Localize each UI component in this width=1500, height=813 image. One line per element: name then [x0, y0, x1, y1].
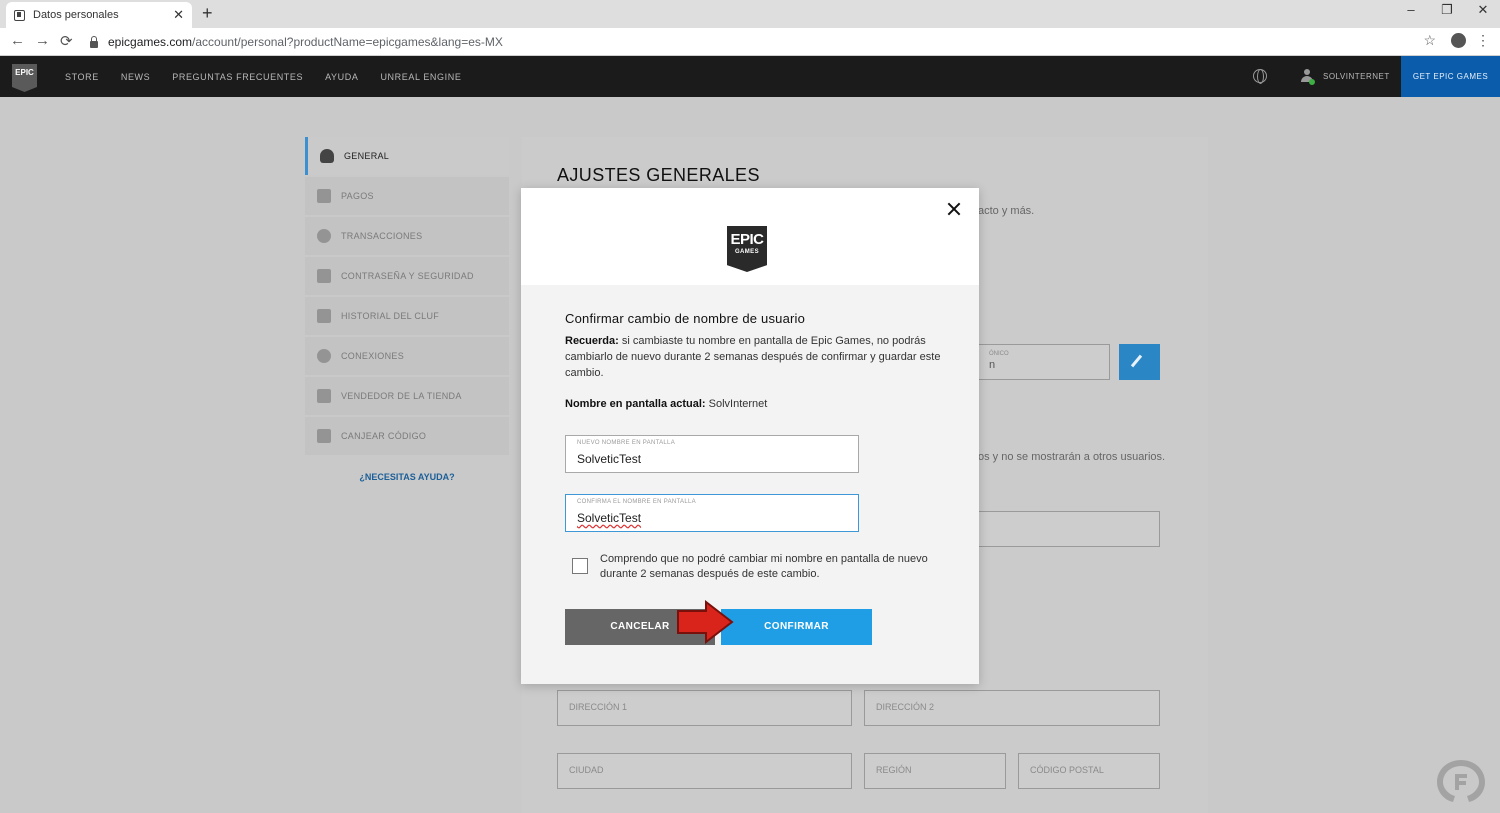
nav-link-unreal[interactable]: UNREAL ENGINE	[380, 72, 461, 82]
display-name-field-label: ÓNICO	[989, 351, 1009, 357]
page-favicon-icon	[14, 9, 25, 21]
display-name-field[interactable]: ÓNICO n	[978, 344, 1110, 380]
confirm-display-name-input[interactable]: CONFIRMA EL NOMBRE EN PANTALLA SolveticT…	[565, 494, 859, 532]
sidebar-item-label: HISTORIAL DEL CLUF	[341, 311, 440, 321]
browser-tab[interactable]: Datos personales ✕	[6, 2, 192, 28]
clipboard-icon	[317, 309, 331, 323]
nav-link-news[interactable]: NEWS	[121, 72, 150, 82]
privacy-description-fragment: os y no se mostrarán a otros usuarios.	[978, 451, 1166, 463]
share-icon	[317, 349, 331, 363]
store-icon	[317, 389, 331, 403]
confirm-display-name-value: SolveticTest	[577, 511, 642, 525]
sidebar-item-pagos[interactable]: PAGOS	[305, 177, 509, 215]
current-name-label: Nombre en pantalla actual:	[565, 398, 706, 410]
window-close-button[interactable]: ✕	[1468, 2, 1498, 18]
back-button[interactable]: ←	[10, 32, 25, 49]
confirm-display-name-label: CONFIRMA EL NOMBRE EN PANTALLA	[577, 499, 696, 505]
edit-display-name-button[interactable]	[1119, 344, 1160, 380]
tab-title: Datos personales	[33, 9, 119, 21]
language-globe-icon[interactable]	[1253, 69, 1267, 84]
new-display-name-label: NUEVO NOMBRE EN PANTALLA	[577, 440, 675, 446]
red-arrow-icon	[677, 600, 734, 644]
account-sidebar: GENERAL PAGOS TRANSACCIONES CONTRASEÑA Y…	[305, 137, 509, 457]
sidebar-item-seguridad[interactable]: CONTRASEÑA Y SEGURIDAD	[305, 257, 509, 295]
window-restore-button[interactable]: ❐	[1432, 2, 1462, 18]
profile-icon[interactable]	[1451, 33, 1466, 48]
acknowledge-text: Comprendo que no podré cambiar mi nombre…	[600, 553, 928, 580]
logo-text-games: GAMES	[734, 249, 759, 255]
browser-tab-bar: Datos personales ✕ + – ❐ ✕	[0, 0, 1500, 28]
get-epic-games-button[interactable]: GET EPIC GAMES	[1401, 56, 1500, 97]
sidebar-item-label: PAGOS	[341, 191, 374, 201]
user-icon	[320, 149, 334, 163]
sidebar-item-transacciones[interactable]: TRANSACCIONES	[305, 217, 509, 255]
browser-menu-icon[interactable]: ⋮	[1476, 32, 1490, 49]
epic-top-nav: EPIC STORE NEWS PREGUNTAS FRECUENTES AYU…	[0, 56, 1500, 97]
new-display-name-input[interactable]: NUEVO NOMBRE EN PANTALLA SolveticTest	[565, 435, 859, 473]
watermark-logo-icon	[1437, 760, 1485, 802]
display-name-field-value: n	[989, 359, 996, 371]
window-minimize-button[interactable]: –	[1396, 2, 1426, 17]
lock-icon	[90, 35, 98, 48]
modal-reminder: Recuerda: si cambiaste tu nombre en pant…	[565, 333, 945, 381]
modal-title: Confirmar cambio de nombre de usuario	[565, 311, 806, 326]
sidebar-item-general[interactable]: GENERAL	[305, 137, 509, 175]
current-name: Nombre en pantalla actual: SolvInternet	[565, 398, 767, 410]
address-2-field[interactable]: DIRECCIÓN 2	[864, 690, 1160, 726]
sidebar-item-label: CONTRASEÑA Y SEGURIDAD	[341, 271, 474, 281]
sidebar-item-vendedor[interactable]: VENDEDOR DE LA TIENDA	[305, 377, 509, 415]
acknowledge-checkbox[interactable]	[572, 558, 588, 574]
reminder-label: Recuerda:	[565, 335, 619, 347]
postal-code-field[interactable]: CÓDIGO POSTAL	[1018, 753, 1160, 789]
forward-button[interactable]: →	[35, 32, 50, 49]
logo-text-epic: EPIC	[730, 231, 764, 248]
address-bar: ← → ⟳ epicgames.com /account/personal?pr…	[0, 28, 1500, 56]
region-field[interactable]: REGIÓN	[864, 753, 1006, 789]
account-username[interactable]: SOLVINTERNET	[1323, 56, 1390, 97]
nav-link-help[interactable]: AYUDA	[325, 72, 358, 82]
confirm-username-modal: EPIC GAMES Confirmar cambio de nombre de…	[521, 188, 979, 684]
sidebar-item-label: TRANSACCIONES	[341, 231, 423, 241]
sidebar-item-conexiones[interactable]: CONEXIONES	[305, 337, 509, 375]
sidebar-item-label: GENERAL	[344, 151, 390, 161]
confirm-button[interactable]: CONFIRMAR	[721, 609, 872, 645]
url-host: epicgames.com	[108, 35, 193, 49]
sidebar-item-canjear[interactable]: CANJEAR CÓDIGO	[305, 417, 509, 455]
text-field[interactable]	[978, 511, 1160, 547]
payment-icon	[317, 189, 331, 203]
current-name-value: SolvInternet	[705, 398, 768, 410]
help-link[interactable]: ¿NECESITAS AYUDA?	[305, 472, 509, 482]
sidebar-item-cluf[interactable]: HISTORIAL DEL CLUF	[305, 297, 509, 335]
url-path: /account/personal?productName=epicgames&…	[192, 35, 503, 49]
history-icon	[317, 229, 331, 243]
nav-links: STORE NEWS PREGUNTAS FRECUENTES AYUDA UN…	[54, 56, 472, 97]
new-tab-button[interactable]: +	[202, 3, 213, 24]
new-display-name-value: SolveticTest	[577, 452, 642, 466]
modal-header: EPIC GAMES	[521, 188, 979, 285]
epic-games-logo: EPIC GAMES	[727, 226, 767, 272]
contact-description-fragment: acto y más.	[978, 205, 1035, 217]
nav-link-store[interactable]: STORE	[65, 72, 99, 82]
key-icon	[317, 269, 331, 283]
city-field[interactable]: CIUDAD	[557, 753, 852, 789]
page-title: AJUSTES GENERALES	[557, 165, 760, 185]
tab-close-icon[interactable]: ✕	[173, 7, 184, 23]
online-status-dot	[1309, 79, 1315, 85]
reminder-text: si cambiaste tu nombre en pantalla de Ep…	[565, 335, 941, 379]
close-icon[interactable]	[945, 200, 963, 218]
sidebar-item-label: VENDEDOR DE LA TIENDA	[341, 391, 462, 401]
epic-logo[interactable]: EPIC	[12, 64, 37, 92]
pencil-icon	[1130, 354, 1143, 368]
sidebar-item-label: CONEXIONES	[341, 351, 405, 361]
sidebar-item-label: CANJEAR CÓDIGO	[341, 431, 427, 441]
address-1-field[interactable]: DIRECCIÓN 1	[557, 690, 852, 726]
url-field[interactable]: epicgames.com /account/personal?productN…	[84, 31, 1444, 53]
gift-icon	[317, 429, 331, 443]
bookmark-star-icon[interactable]: ☆	[1423, 32, 1436, 49]
reload-button[interactable]: ⟳	[60, 32, 73, 50]
nav-link-faq[interactable]: PREGUNTAS FRECUENTES	[172, 72, 303, 82]
